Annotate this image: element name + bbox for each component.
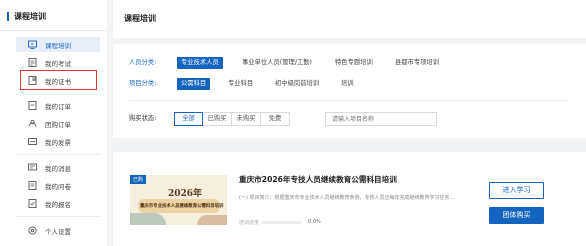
- sidebar-item-label: 我的考试: [45, 59, 71, 68]
- signup-icon: [28, 199, 37, 208]
- sidebar-item-label: 我的发票: [45, 138, 71, 147]
- sidebar: 课程培训 课程培训 我的考试 我的证书 我的订单 团购订单 我的发票 我的消息 …: [0, 0, 107, 246]
- project-search-input[interactable]: [325, 112, 437, 126]
- course-thumbnail[interactable]: 已购 2026年 重庆市专业技术人员继续教育公需科目培训: [130, 175, 227, 225]
- sidebar-item-messages[interactable]: 我的消息: [16, 160, 100, 175]
- status-filter-label: 购买状态:: [129, 115, 157, 122]
- course-title[interactable]: 重庆市2026年专技人员继续教育公需科目培训: [239, 174, 397, 185]
- personnel-filter-label: 人员分类:: [129, 59, 157, 66]
- page-title: 课程培训: [124, 14, 156, 23]
- status-option-free[interactable]: 免费: [260, 112, 290, 126]
- status-option-purchased[interactable]: 已购买: [202, 112, 232, 126]
- personnel-chip-special[interactable]: 特色专题培训: [335, 57, 373, 69]
- project-chip-professional[interactable]: 专业科目: [228, 78, 253, 90]
- course-icon: [28, 40, 37, 49]
- sidebar-item-label: 个人设置: [45, 227, 71, 236]
- divider: [16, 216, 100, 217]
- purchased-badge: 已购: [130, 175, 147, 184]
- sidebar-title: 课程培训: [7, 9, 46, 23]
- page-root: 课程培训 课程培训 我的考试 我的证书 我的订单 团购订单 我的发票 我的消息 …: [0, 0, 586, 246]
- divider: [16, 154, 100, 155]
- enter-learning-button[interactable]: 进入学习: [489, 182, 544, 199]
- thumbnail-ink-decoration: [130, 213, 166, 225]
- personnel-chip-institution[interactable]: 事业单位人员(管理/工勤): [242, 57, 312, 69]
- sidebar-item-settings[interactable]: 个人设置: [16, 223, 100, 238]
- thumbnail-year: 2026年: [168, 189, 203, 199]
- sidebar-item-survey[interactable]: 我的问卷: [16, 178, 100, 193]
- divider: [0, 30, 107, 31]
- divider: [129, 100, 569, 101]
- project-chip-public[interactable]: 公需科目: [177, 78, 211, 90]
- group-order-icon: [28, 119, 37, 128]
- sidebar-item-course[interactable]: 课程培训: [16, 37, 100, 52]
- settings-icon: [28, 226, 37, 235]
- survey-icon: [28, 181, 37, 190]
- sidebar-item-label: 我的订单: [45, 102, 71, 111]
- personnel-chip-county[interactable]: 县都市专项培训: [395, 57, 439, 69]
- title-accent-bar: [7, 11, 9, 21]
- status-segmented-control: 全部 已购买 未购买 免费: [174, 112, 290, 126]
- exam-icon: [28, 58, 37, 67]
- thumbnail-subtitle: 重庆市专业技术人员继续教育公需科目培训: [140, 204, 224, 209]
- certificate-highlight-box: [20, 70, 97, 90]
- main-header: 课程培训: [113, 0, 586, 38]
- sidebar-item-exam[interactable]: 我的考试: [16, 55, 100, 70]
- course-card: 已购 2026年 重庆市专业技术人员继续教育公需科目培训 重庆市2026年专技人…: [113, 152, 586, 246]
- sidebar-item-group-orders[interactable]: 团购订单: [16, 116, 100, 131]
- sidebar-item-signup[interactable]: 我的报名: [16, 196, 100, 211]
- course-description: (一) 项目简介：根据重庆市专业技术人员继续教育条例，专技人员应每年完成继续教育…: [239, 195, 455, 201]
- sidebar-item-invoice[interactable]: 我的发票: [16, 134, 100, 149]
- divider: [16, 94, 100, 95]
- personnel-chip-professional[interactable]: 专业技术人员: [177, 57, 223, 69]
- sidebar-item-orders[interactable]: 我的订单: [16, 98, 100, 113]
- project-filter-label: 项目分类:: [129, 80, 157, 87]
- thumbnail-ink-decoration: [197, 215, 227, 225]
- status-option-not-purchased[interactable]: 未购买: [231, 112, 261, 126]
- sidebar-item-label: 课程培训: [45, 41, 71, 50]
- invoice-icon: [28, 137, 37, 146]
- sidebar-item-label: 我的报名: [45, 200, 71, 209]
- progress-label: 培训进度: [239, 220, 260, 226]
- progress-percent: 0.0%: [308, 219, 321, 225]
- project-chip-pre-job[interactable]: 初中级岗前培训: [275, 78, 319, 90]
- progress-bar: [261, 221, 301, 224]
- sidebar-title-text: 课程培训: [14, 11, 46, 21]
- sidebar-item-label: 团购订单: [45, 120, 71, 129]
- status-option-all[interactable]: 全部: [174, 112, 203, 126]
- order-icon: [28, 101, 37, 110]
- sidebar-item-label: 我的问卷: [45, 182, 71, 191]
- group-purchase-button[interactable]: 团体购买: [489, 207, 544, 224]
- project-chip-training[interactable]: 培训: [341, 78, 354, 90]
- message-icon: [28, 163, 37, 172]
- sidebar-item-label: 我的消息: [45, 164, 71, 173]
